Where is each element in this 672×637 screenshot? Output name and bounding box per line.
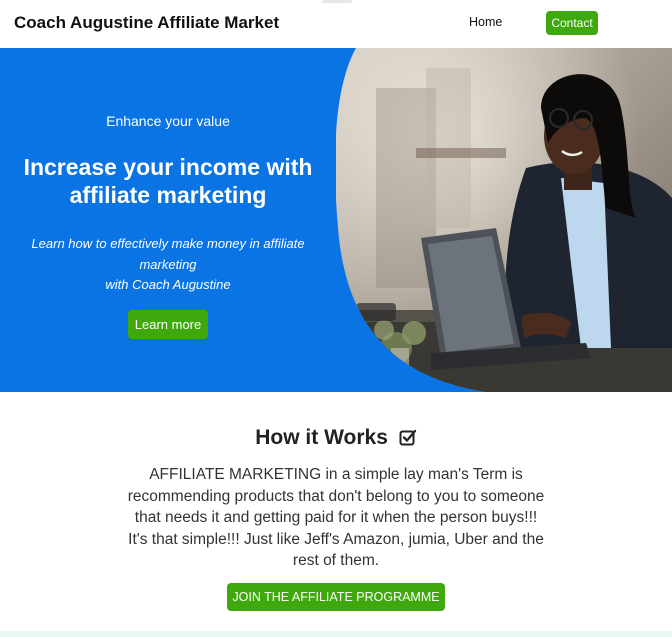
section-title-text: How it Works [255, 426, 388, 449]
how-it-works-description: AFFILIATE MARKETING in a simple lay man'… [127, 466, 545, 569]
hero-lede-line: Learn how to effectively make money in a… [31, 236, 305, 272]
hero-text: Enhance your value Increase your income … [0, 48, 336, 392]
hero-section: Enhance your value Increase your income … [0, 48, 672, 392]
nav-indicator [322, 0, 352, 3]
footer-strip [0, 631, 672, 637]
hero-lede-line: with Coach Augustine [105, 277, 231, 292]
how-it-works-section: How it Works AFFILIATE MARKETING in a si… [0, 392, 672, 632]
checkbox-icon [399, 429, 416, 446]
learn-more-button[interactable]: Learn more [128, 310, 208, 339]
nav-link-home[interactable]: Home [469, 15, 502, 29]
hero-headline: Increase your income with affiliate mark… [23, 154, 313, 208]
nav-link-contact[interactable]: Contact [546, 11, 598, 35]
hero-lede: Learn how to effectively make money in a… [12, 234, 324, 296]
join-affiliate-button[interactable]: JOIN THE AFFILIATE PROGRAMME [227, 583, 445, 611]
hero-kicker: Enhance your value [106, 113, 230, 129]
how-it-works-title: How it Works [0, 426, 672, 450]
navbar: Coach Augustine Affiliate Market Home Co… [0, 0, 672, 48]
hero-image [336, 48, 672, 392]
brand-title[interactable]: Coach Augustine Affiliate Market [14, 13, 279, 33]
